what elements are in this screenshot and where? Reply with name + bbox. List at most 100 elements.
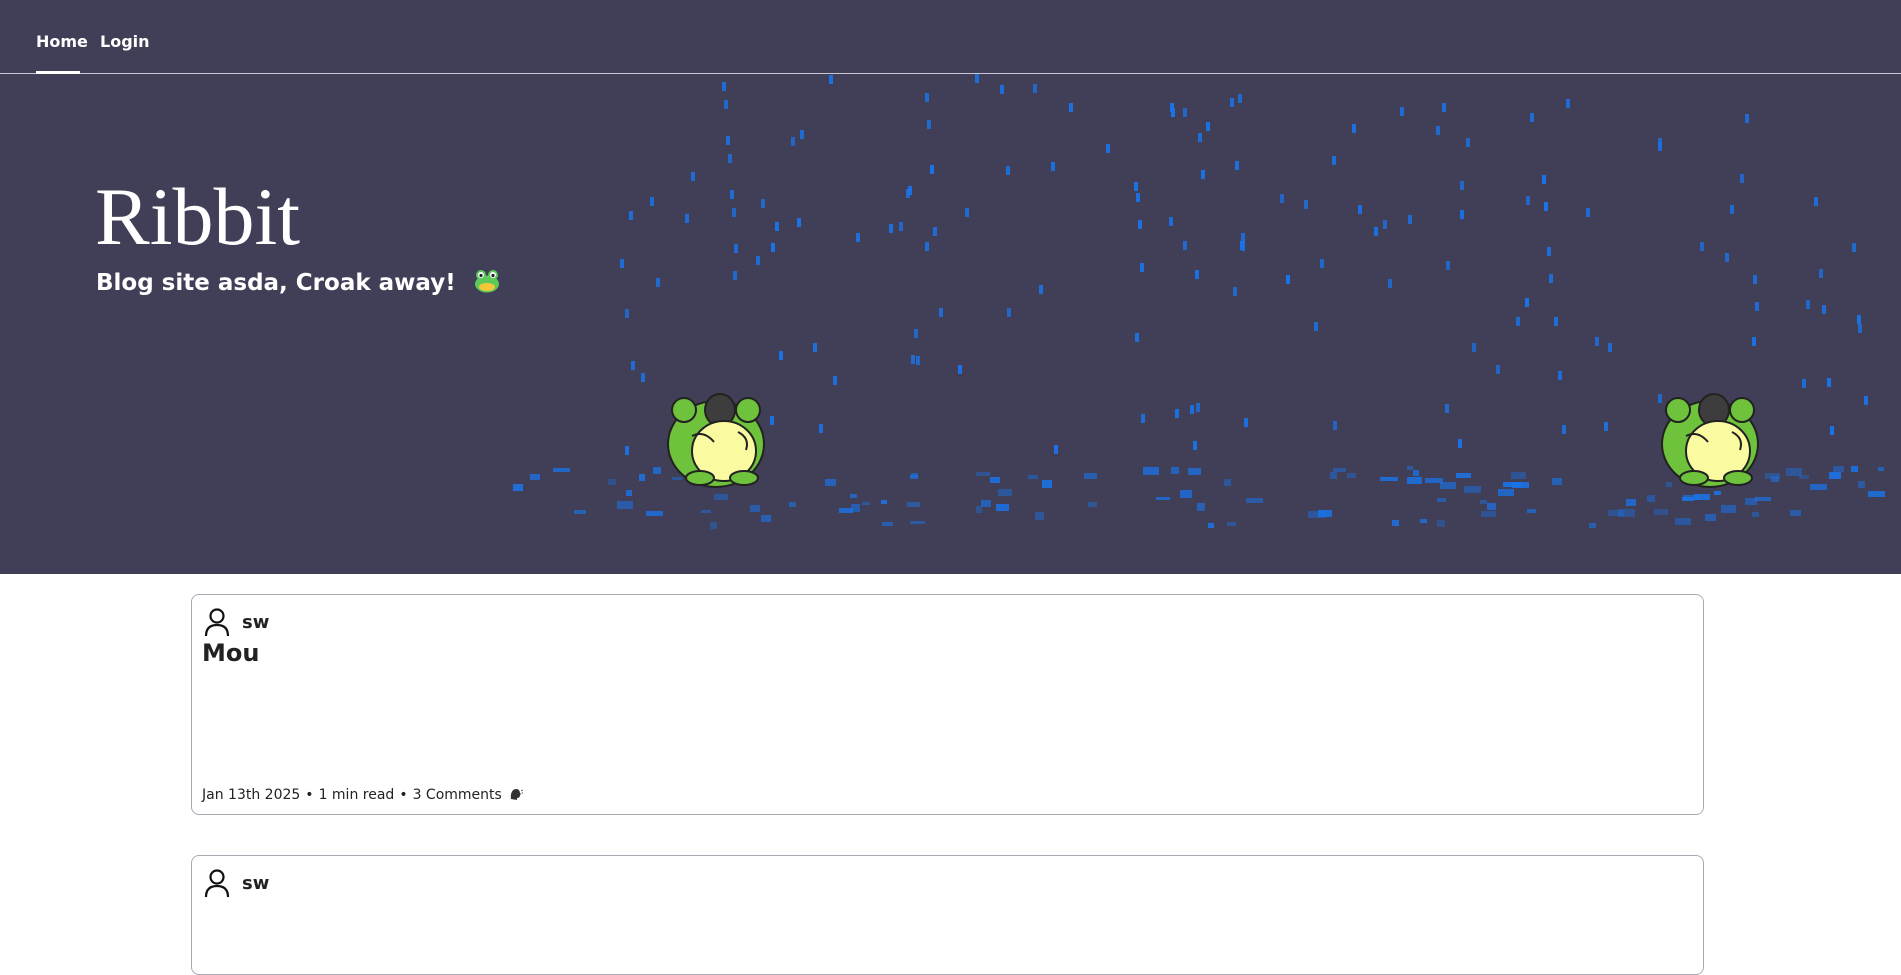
rain-drop xyxy=(1542,175,1546,184)
rain-drop xyxy=(1562,425,1566,434)
rain-splash xyxy=(1786,468,1802,476)
post-card[interactable]: sw Mou Jan 13th 2025 • 1 min read • 3 Commen… xyxy=(191,594,1704,815)
rain-drop xyxy=(906,189,910,198)
rain-splash xyxy=(1407,466,1413,470)
rain-drop xyxy=(1193,441,1197,450)
rain-drop xyxy=(1700,242,1704,251)
rain-drop xyxy=(1241,242,1245,251)
post-meta: Jan 13th 2025 • 1 min read • 3 Comments xyxy=(202,786,524,804)
rain-splash xyxy=(1487,503,1496,510)
meta-separator: • xyxy=(305,787,314,803)
rain-drop xyxy=(1466,138,1470,147)
rain-drop xyxy=(856,233,860,242)
rain-splash xyxy=(996,504,1009,511)
rain-splash xyxy=(1420,519,1427,523)
rain-splash xyxy=(1868,491,1885,497)
rain-drop xyxy=(925,93,929,102)
rain-splash xyxy=(1654,509,1668,515)
rain-drop xyxy=(1051,162,1055,171)
rain-drop xyxy=(1352,124,1356,133)
rain-splash xyxy=(750,505,760,512)
rain-splash xyxy=(1694,494,1710,500)
rain-drop xyxy=(1033,84,1037,93)
post-author[interactable]: sw xyxy=(242,873,269,894)
post-author[interactable]: sw xyxy=(242,612,269,633)
rain-splash xyxy=(1503,482,1521,487)
rain-splash xyxy=(1527,509,1536,513)
rain-drop xyxy=(629,211,633,220)
rain-splash xyxy=(910,521,925,524)
rain-splash xyxy=(1647,495,1655,502)
rain-drop xyxy=(1374,227,1378,236)
rain-drop xyxy=(625,446,629,455)
rain-splash xyxy=(530,474,540,480)
rain-splash xyxy=(710,522,717,529)
rain-splash xyxy=(881,500,887,504)
rain-drop xyxy=(1755,302,1759,311)
rain-splash xyxy=(1481,511,1496,517)
nav-home-link[interactable]: Home xyxy=(36,32,88,52)
rain-splash xyxy=(1456,473,1471,478)
rain-drop xyxy=(1054,445,1058,454)
rain-drop xyxy=(1852,243,1856,252)
rain-drop xyxy=(756,256,760,265)
rain-splash xyxy=(907,502,920,507)
rain-splash xyxy=(1755,497,1771,501)
nav-login-link[interactable]: Login xyxy=(100,32,150,52)
rain-splash xyxy=(1088,502,1097,507)
rain-splash xyxy=(608,479,616,485)
post-comments-count[interactable]: 3 Comments xyxy=(413,787,502,803)
rain-splash xyxy=(513,484,523,491)
rain-splash xyxy=(990,477,1000,483)
rain-drop xyxy=(1814,197,1818,206)
rain-splash xyxy=(1626,499,1636,506)
rain-drop xyxy=(656,278,660,287)
rain-splash xyxy=(998,489,1012,496)
rain-splash xyxy=(1437,498,1446,502)
rain-drop xyxy=(1586,208,1590,217)
rain-splash xyxy=(1413,470,1419,476)
rain-splash xyxy=(1224,479,1231,486)
post-title[interactable]: Mou xyxy=(202,637,259,669)
rain-splash xyxy=(976,506,982,513)
rain-drop xyxy=(1069,103,1073,112)
rain-splash xyxy=(653,467,661,474)
rain-drop xyxy=(1595,337,1599,346)
rain-splash xyxy=(1833,466,1844,472)
rain-splash xyxy=(1552,478,1562,485)
rain-splash xyxy=(1440,482,1456,489)
rain-splash xyxy=(1511,472,1526,479)
rain-splash xyxy=(1156,497,1170,500)
hero-banner: Ribbit Blog site asda, Croak away! xyxy=(0,74,1901,574)
rain-drop xyxy=(975,74,979,83)
post-read-time: 1 min read xyxy=(318,787,395,803)
rain-drop xyxy=(1446,261,1450,270)
rain-drop xyxy=(1830,426,1834,435)
rain-drop xyxy=(1235,161,1239,170)
rain-drop xyxy=(1525,298,1529,307)
frog-face-emoji-icon xyxy=(474,270,499,293)
rain-drop xyxy=(1241,233,1245,242)
rain-splash xyxy=(1437,520,1445,527)
rain-drop xyxy=(1442,103,1446,112)
site-subtitle: Blog site asda, Croak away! xyxy=(96,268,500,298)
rain-drop xyxy=(641,373,645,382)
rain-drop xyxy=(1822,305,1826,314)
rain-drop xyxy=(1460,181,1464,190)
rain-drop xyxy=(1140,263,1144,272)
post-card[interactable]: sw xyxy=(191,855,1704,975)
rain-drop xyxy=(1183,241,1187,250)
rain-drop xyxy=(1436,126,1440,135)
speaking-head-icon xyxy=(511,789,524,800)
rain-drop xyxy=(1314,322,1318,331)
rain-splash xyxy=(617,501,633,509)
rain-drop xyxy=(1233,287,1237,296)
rain-splash xyxy=(1705,514,1716,521)
rain-drop xyxy=(1383,220,1387,229)
rain-drop xyxy=(1857,315,1861,324)
rain-drop xyxy=(1183,108,1187,117)
rain-splash xyxy=(1790,510,1801,516)
rain-animation xyxy=(513,74,1885,529)
rain-drop xyxy=(761,199,765,208)
rain-drop xyxy=(1819,269,1823,278)
